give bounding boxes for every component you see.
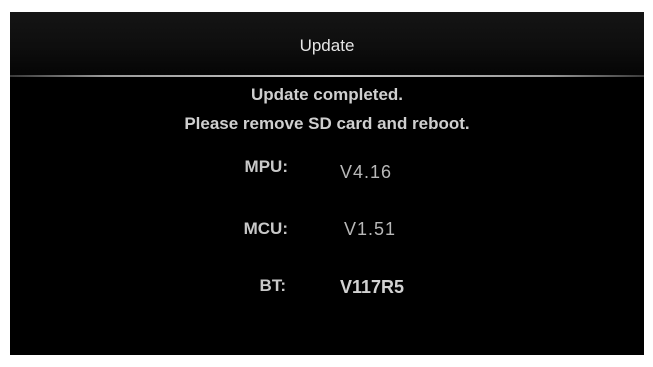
mcu-label: MCU: bbox=[243, 219, 288, 238]
update-screen: Update Update completed. Please remove S… bbox=[10, 12, 644, 355]
bt-version: V117R5 bbox=[340, 277, 405, 297]
mpu-label: MPU: bbox=[244, 157, 288, 176]
title-divider bbox=[10, 75, 644, 77]
status-message: Update completed. bbox=[250, 85, 404, 104]
mcu-version: V1.51 bbox=[344, 219, 397, 239]
page-title: Update bbox=[299, 36, 355, 55]
mpu-version: V4.16 bbox=[340, 162, 393, 182]
title-bar: Update bbox=[10, 12, 644, 75]
bt-label: BT: bbox=[259, 276, 286, 295]
instruction-message: Please remove SD card and reboot. bbox=[184, 114, 470, 133]
